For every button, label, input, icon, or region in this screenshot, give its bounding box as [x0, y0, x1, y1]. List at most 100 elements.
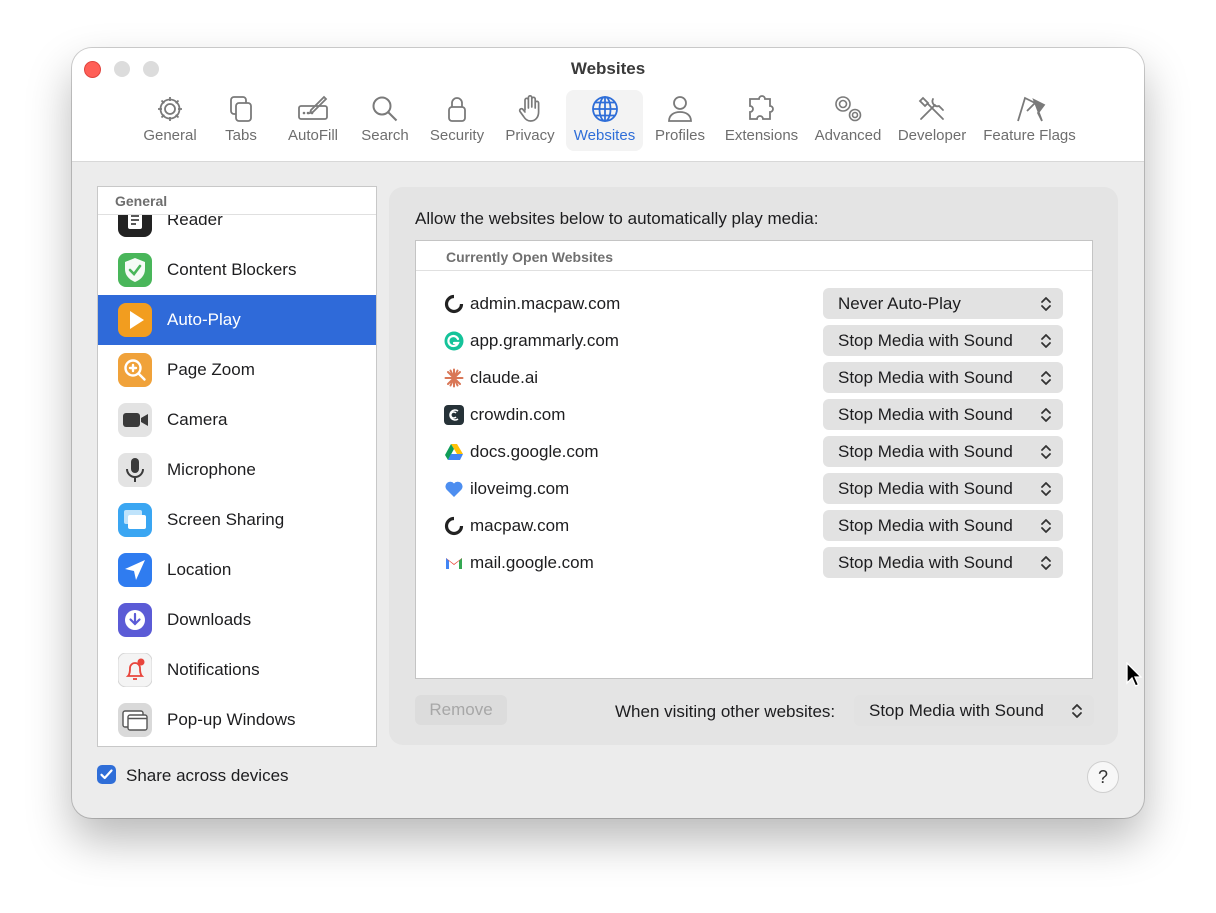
- tab-general[interactable]: General: [142, 90, 198, 151]
- tab-label: Websites: [573, 127, 636, 144]
- autoplay-select[interactable]: Stop Media with Sound: [823, 436, 1063, 467]
- share-checkbox[interactable]: [97, 765, 116, 784]
- autoplay-select[interactable]: Stop Media with Sound: [823, 325, 1063, 356]
- select-value: Stop Media with Sound: [838, 516, 1013, 535]
- tab-label: Tabs: [225, 127, 257, 144]
- tab-search[interactable]: Search: [358, 90, 412, 151]
- shield-check-icon: [118, 253, 152, 287]
- site-domain: admin.macpaw.com: [470, 294, 621, 313]
- tab-developer[interactable]: Developer: [896, 90, 968, 151]
- popup-window-icon: [118, 703, 152, 737]
- google-drive-icon: [444, 442, 464, 462]
- macpaw-icon: [444, 516, 464, 536]
- microphone-icon: [118, 453, 152, 487]
- list-item: docs.google.com Stop Media with Sound: [416, 433, 1092, 470]
- sidebar-item-pop-up-windows[interactable]: Pop-up Windows: [98, 695, 376, 745]
- iloveimg-icon: [444, 479, 464, 499]
- autoplay-select[interactable]: Stop Media with Sound: [823, 399, 1063, 430]
- window-title: Websites: [570, 59, 646, 78]
- tab-privacy[interactable]: Privacy: [502, 90, 558, 151]
- tab-label: Profiles: [654, 127, 706, 144]
- panel-title: Allow the websites below to automaticall…: [415, 209, 819, 228]
- screen-sharing-icon: [118, 503, 152, 537]
- tab-security[interactable]: Security: [427, 90, 487, 151]
- tools-icon: [918, 96, 944, 120]
- checkmark-icon: [100, 769, 113, 780]
- chevron-updown-icon: [1041, 334, 1051, 348]
- sidebar-header-label: General: [115, 193, 168, 209]
- tab-label: Privacy: [505, 127, 555, 144]
- list-item: iloveimg.com Stop Media with Sound: [416, 470, 1092, 507]
- tab-label: Feature Flags: [983, 127, 1076, 144]
- claude-icon: [444, 368, 464, 388]
- chevron-updown-icon: [1072, 704, 1082, 718]
- tab-label: Security: [429, 127, 485, 144]
- tab-label: Extensions: [724, 127, 799, 144]
- tab-tabs[interactable]: Tabs: [219, 90, 263, 151]
- sidebar-item-label: Microphone: [167, 460, 256, 479]
- macpaw-icon: [444, 294, 464, 314]
- autoplay-select[interactable]: Stop Media with Sound: [823, 362, 1063, 393]
- sidebar-item-camera[interactable]: Camera: [98, 395, 376, 445]
- puzzle-icon: [748, 95, 774, 120]
- tab-autofill[interactable]: AutoFill: [284, 90, 342, 151]
- zoom-icon: [118, 353, 152, 387]
- autoplay-select[interactable]: Stop Media with Sound: [823, 473, 1063, 504]
- sidebar-item-notifications[interactable]: Notifications: [98, 645, 376, 695]
- sidebar-item-page-zoom[interactable]: Page Zoom: [98, 345, 376, 395]
- tab-profiles[interactable]: Profiles: [652, 90, 708, 151]
- tab-extensions[interactable]: Extensions: [723, 90, 800, 151]
- share-label: Share across devices: [126, 766, 289, 785]
- tab-label: Developer: [897, 127, 967, 144]
- sidebar-item-label: Downloads: [167, 610, 252, 629]
- sidebar-item-screen-sharing[interactable]: Screen Sharing: [98, 495, 376, 545]
- mouse-pointer-icon: [1126, 662, 1143, 687]
- list-item: admin.macpaw.com Never Auto-Play: [416, 285, 1092, 322]
- tab-advanced[interactable]: Advanced: [813, 90, 883, 151]
- autoplay-select[interactable]: Never Auto-Play: [823, 288, 1063, 319]
- select-value: Stop Media with Sound: [838, 368, 1013, 387]
- select-value: Stop Media with Sound: [838, 405, 1013, 424]
- list-item: claude.ai Stop Media with Sound: [416, 359, 1092, 396]
- tab-label: General: [143, 127, 197, 144]
- list-item: crowdin.com Stop Media with Sound: [416, 396, 1092, 433]
- select-value: Stop Media with Sound: [838, 479, 1013, 498]
- list-header: Currently Open Websites: [416, 241, 1092, 271]
- chevron-updown-icon: [1041, 371, 1051, 385]
- list-header-label: Currently Open Websites: [446, 249, 614, 265]
- site-domain: iloveimg.com: [470, 479, 570, 498]
- crowdin-icon: [444, 405, 464, 425]
- sidebar-item-label: Pop-up Windows: [167, 710, 296, 729]
- pencil-field-icon: [298, 95, 328, 120]
- other-websites-select[interactable]: Stop Media with Sound: [854, 695, 1094, 726]
- grammarly-icon: [444, 331, 464, 351]
- tab-label: AutoFill: [287, 127, 339, 144]
- sidebar-item-content-blockers[interactable]: Content Blockers: [98, 245, 376, 295]
- site-domain: crowdin.com: [470, 405, 566, 424]
- sidebar-item-location[interactable]: Location: [98, 545, 376, 595]
- chevron-updown-icon: [1041, 408, 1051, 422]
- gears-icon: [835, 96, 862, 122]
- bell-icon: [118, 653, 152, 687]
- sidebar-item-label: Auto-Play: [167, 310, 241, 329]
- chevron-updown-icon: [1041, 519, 1051, 533]
- sidebar-item-label: Screen Sharing: [167, 510, 285, 529]
- select-value: Stop Media with Sound: [838, 553, 1013, 572]
- help-button[interactable]: ?: [1087, 761, 1119, 793]
- auto-play-panel: Allow the websites below to automaticall…: [389, 187, 1118, 745]
- person-icon: [668, 96, 692, 122]
- autoplay-select[interactable]: Stop Media with Sound: [823, 510, 1063, 541]
- autoplay-select[interactable]: Stop Media with Sound: [823, 547, 1063, 578]
- tab-feature-flags[interactable]: Feature Flags: [982, 90, 1077, 151]
- site-domain: macpaw.com: [470, 516, 570, 535]
- sidebar-item-downloads[interactable]: Downloads: [98, 595, 376, 645]
- sidebar: General Reader Content Blockers Auto-Pla…: [97, 186, 377, 747]
- sidebar-item-label: Content Blockers: [167, 260, 297, 279]
- tab-websites[interactable]: Websites: [566, 90, 643, 151]
- list-item: mail.google.com Stop Media with Sound: [416, 544, 1092, 581]
- remove-button[interactable]: Remove: [415, 695, 507, 725]
- hand-icon: [518, 95, 540, 122]
- play-icon: [118, 303, 152, 337]
- sidebar-item-auto-play[interactable]: Auto-Play: [98, 295, 376, 345]
- sidebar-item-microphone[interactable]: Microphone: [98, 445, 376, 495]
